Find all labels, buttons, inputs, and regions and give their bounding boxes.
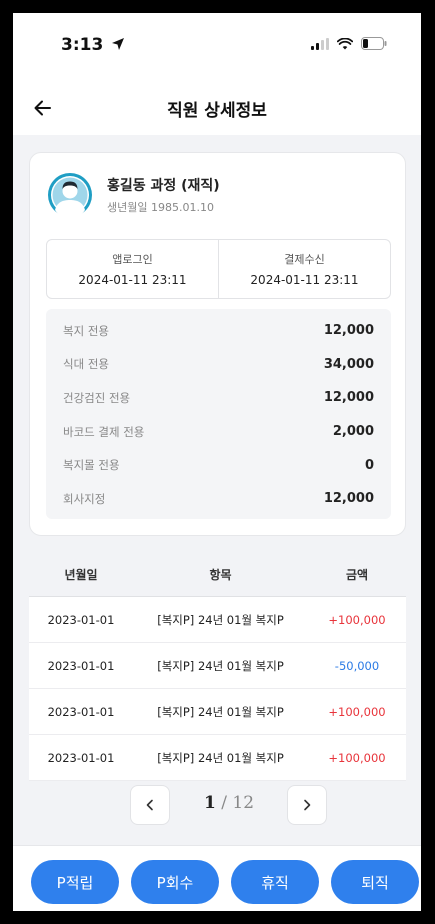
balance-value: 12,000 (323, 491, 374, 507)
page-separator: / (221, 793, 227, 813)
table-row[interactable]: 2023-01-01 [복지P] 24년 01월 복지P -50,000 (29, 643, 406, 689)
page-indicator: 1 / 12 (171, 793, 287, 813)
balance-label: 건강검진 전용 (63, 390, 131, 405)
resign-button[interactable]: 퇴직 (331, 860, 419, 904)
chevron-right-icon (304, 799, 311, 811)
table-header: 년월일 항목 금액 (29, 553, 406, 597)
battery-icon (361, 37, 387, 50)
balance-value: 34,000 (323, 356, 374, 372)
row-date: 2023-01-01 (47, 658, 115, 673)
table-row[interactable]: 2023-01-01 [복지P] 24년 01월 복지P +100,000 (29, 689, 406, 735)
balance-value: 12,000 (323, 323, 374, 339)
row-date: 2023-01-01 (47, 612, 115, 627)
avatar (47, 172, 93, 219)
prev-page-button[interactable] (130, 785, 170, 825)
page-title: 직원 상세정보 (167, 101, 267, 121)
avatar-icon (48, 173, 92, 219)
cellular-signal-icon (311, 37, 329, 50)
location-arrow-icon (112, 38, 125, 50)
row-amount: +100,000 (328, 750, 386, 765)
column-header-item: 항목 (209, 568, 232, 582)
column-header-date: 년월일 (64, 568, 98, 582)
row-item: [복지P] 24년 01월 복지P (157, 612, 284, 627)
wifi-icon (337, 37, 353, 49)
row-date: 2023-01-01 (47, 704, 115, 719)
employee-birth: 생년월일 1985.01.10 (107, 201, 214, 214)
row-amount: +100,000 (328, 704, 386, 719)
balance-label: 복지 전용 (63, 323, 109, 338)
column-header-amount: 금액 (345, 568, 369, 582)
point-accrue-button[interactable]: P적립 (31, 860, 119, 904)
balance-label: 회사지정 (63, 491, 106, 506)
balance-label: 복지몰 전용 (63, 458, 120, 473)
balance-row: 건강검진 전용 12,000 (63, 381, 374, 415)
row-date: 2023-01-01 (47, 750, 115, 765)
row-amount: -50,000 (334, 658, 380, 673)
phone-screen: 3:13 직원 상세정보 홍길동 과정 (재직) 생년월일 1985.01.10… (13, 13, 421, 911)
balance-row: 바코드 결제 전용 2,000 (63, 415, 374, 449)
row-amount: +100,000 (328, 612, 386, 627)
balance-value: 12,000 (323, 390, 374, 406)
status-icons (311, 37, 387, 50)
log-label: 앱로그인 (112, 253, 153, 266)
table-row[interactable]: 2023-01-01 [복지P] 24년 01월 복지P +100,000 (29, 597, 406, 643)
balance-list: 복지 전용 12,000 식대 전용 34,000 건강검진 전용 12,000… (46, 309, 391, 519)
total-pages: 12 (232, 793, 255, 813)
balance-row: 복지 전용 12,000 (63, 314, 374, 348)
balance-row: 식대 전용 34,000 (63, 348, 374, 382)
log-app-login: 앱로그인 2024-01-11 23:11 (47, 240, 218, 298)
status-bar: 3:13 (13, 13, 421, 83)
balance-row: 회사지정 12,000 (63, 482, 374, 516)
leave-of-absence-button[interactable]: 휴직 (231, 860, 319, 904)
log-payment-received: 결제수신 2024-01-11 23:11 (218, 240, 390, 298)
next-page-button[interactable] (287, 785, 327, 825)
point-retrieve-button[interactable]: P회수 (131, 860, 219, 904)
row-item: [복지P] 24년 01월 복지P (157, 750, 284, 765)
row-item: [복지P] 24년 01월 복지P (157, 704, 284, 719)
header: 직원 상세정보 (13, 83, 421, 135)
employee-name: 홍길동 과정 (재직) (107, 178, 220, 194)
chevron-left-icon (146, 799, 153, 811)
log-value: 2024-01-11 23:11 (78, 273, 187, 287)
status-time-text: 3:13 (61, 35, 104, 55)
balance-value: 2,000 (332, 424, 374, 440)
transaction-table: 년월일 항목 금액 2023-01-01 [복지P] 24년 01월 복지P +… (29, 553, 406, 781)
current-page: 1 (203, 793, 216, 813)
log-label: 결제수신 (284, 253, 325, 266)
balance-value: 0 (364, 457, 374, 473)
log-value: 2024-01-11 23:11 (250, 273, 359, 287)
balance-label: 바코드 결제 전용 (63, 424, 145, 439)
employee-card: 홍길동 과정 (재직) 생년월일 1985.01.10 앱로그인 2024-01… (29, 152, 406, 536)
balance-label: 식대 전용 (63, 357, 109, 372)
table-row[interactable]: 2023-01-01 [복지P] 24년 01월 복지P +100,000 (29, 735, 406, 781)
action-bar: P적립 P회수 휴직 퇴직 (13, 845, 421, 911)
status-time: 3:13 (61, 35, 125, 55)
balance-row: 복지몰 전용 0 (63, 448, 374, 482)
log-box: 앱로그인 2024-01-11 23:11 결제수신 2024-01-11 23… (46, 239, 391, 299)
row-item: [복지P] 24년 01월 복지P (157, 658, 284, 673)
pagination: 1 / 12 (13, 783, 421, 827)
